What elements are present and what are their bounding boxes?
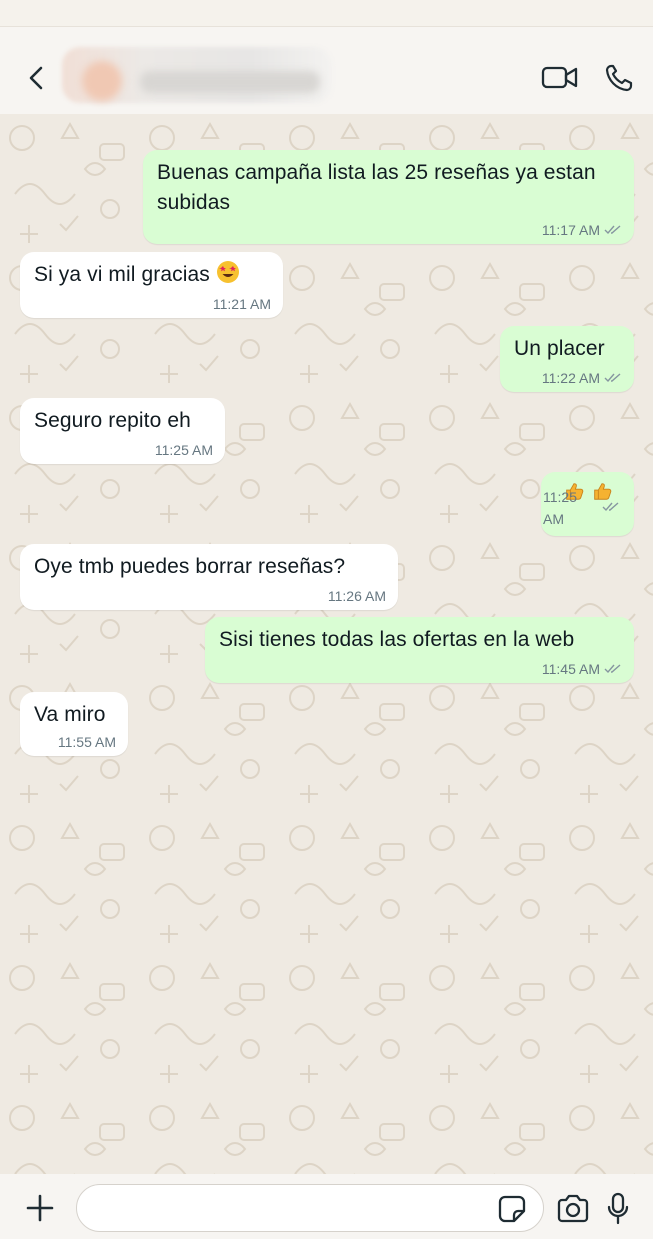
double-check-icon xyxy=(604,373,621,383)
message-time: 11:25 AM xyxy=(543,489,577,527)
message-text: Oye tmb puedes borrar reseñas? xyxy=(34,555,346,578)
message-input[interactable] xyxy=(76,1184,544,1232)
message-text: Si ya vi mil gracias xyxy=(34,263,210,286)
double-check-icon xyxy=(604,664,621,674)
message-text: Sisi tienes todas las ofertas en la web xyxy=(219,628,575,651)
star-struck-emoji-icon xyxy=(216,261,239,283)
message-time: 11:17 AM xyxy=(541,222,600,238)
message-text: Seguro repito eh xyxy=(34,409,191,432)
chat-screen: Buenas campaña lista las 25 reseñas ya e… xyxy=(0,0,653,1239)
contact-name-blur xyxy=(140,71,320,93)
camera-button[interactable] xyxy=(555,1194,591,1224)
chevron-left-icon xyxy=(29,66,43,90)
attach-button[interactable] xyxy=(24,1192,56,1224)
plus-icon xyxy=(26,1194,54,1222)
composer-bar xyxy=(0,1174,653,1239)
message-bubble-outgoing-emoji[interactable]: 11:25 AM xyxy=(541,472,634,536)
message-time: 11:21 AM xyxy=(212,296,271,312)
camera-icon xyxy=(557,1194,589,1223)
message-bubble-incoming[interactable]: Seguro repito eh 11:25 AM xyxy=(20,398,225,464)
microphone-icon xyxy=(607,1192,629,1225)
video-call-button[interactable] xyxy=(540,63,580,93)
message-bubble-outgoing[interactable]: Un placer 11:22 AM xyxy=(500,326,634,392)
status-strip xyxy=(0,0,653,26)
voice-call-button[interactable] xyxy=(604,63,634,93)
message-meta: 11:17 AM xyxy=(542,222,622,238)
message-bubble-incoming[interactable]: Oye tmb puedes borrar reseñas? 11:26 AM xyxy=(20,544,398,610)
message-bubble-outgoing[interactable]: Sisi tienes todas las ofertas en la web … xyxy=(205,617,634,683)
message-time: 11:26 AM xyxy=(327,588,386,604)
message-time: 11:22 AM xyxy=(541,370,600,386)
message-meta: 11:21 AM xyxy=(213,296,271,312)
message-time: 11:25 AM xyxy=(154,442,213,458)
message-time: 11:55 AM xyxy=(57,734,116,750)
message-text: Un placer xyxy=(514,337,605,360)
phone-icon xyxy=(605,64,633,92)
message-meta: 11:26 AM xyxy=(328,588,386,604)
message-meta: 11:55 AM xyxy=(58,734,116,750)
double-check-icon xyxy=(602,502,619,512)
message-bubble-outgoing[interactable]: Buenas campaña lista las 25 reseñas ya e… xyxy=(143,150,634,244)
video-camera-icon xyxy=(541,66,578,89)
message-bubble-incoming[interactable]: Si ya vi mil gracias 11:21 AM xyxy=(20,252,283,318)
message-bubble-incoming[interactable]: Va miro 11:55 AM xyxy=(20,692,128,756)
thumbs-up-emoji-icon xyxy=(594,483,612,500)
message-text: Buenas campaña lista las 25 reseñas ya e… xyxy=(157,161,596,214)
chat-header xyxy=(0,26,653,114)
message-meta: 11:25 AM xyxy=(155,442,213,458)
message-list: Buenas campaña lista las 25 reseñas ya e… xyxy=(0,114,653,1174)
avatar[interactable] xyxy=(82,61,122,101)
message-meta: 11:22 AM xyxy=(542,370,622,386)
message-time: 11:45 AM xyxy=(541,661,600,677)
microphone-button[interactable] xyxy=(606,1192,630,1226)
double-check-icon xyxy=(604,225,621,235)
sticker-icon xyxy=(498,1195,526,1223)
sticker-button[interactable] xyxy=(497,1194,527,1224)
message-text: Va miro xyxy=(34,703,106,726)
message-meta: 11:45 AM xyxy=(542,661,622,677)
back-button[interactable] xyxy=(22,63,52,93)
